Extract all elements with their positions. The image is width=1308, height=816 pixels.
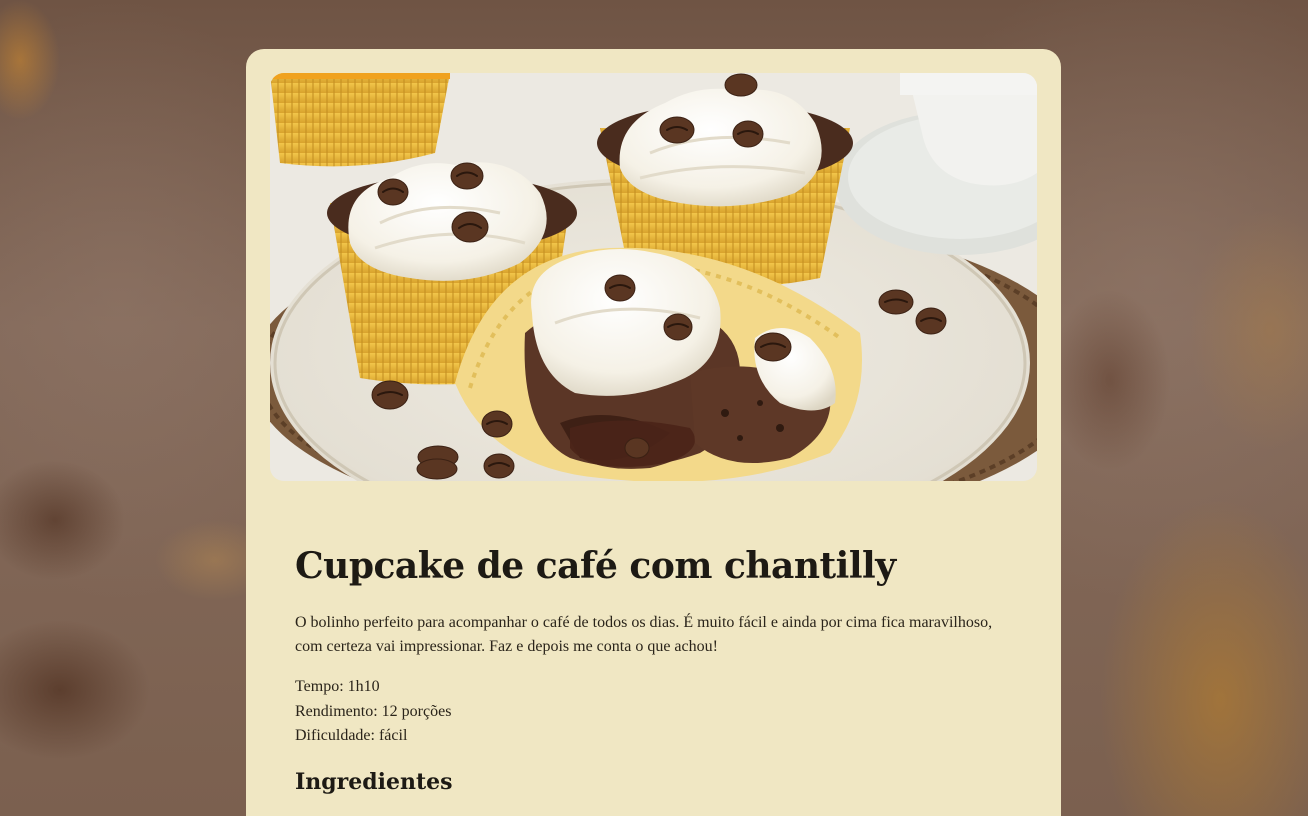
ingredients-heading: Ingredientes: [295, 768, 453, 795]
recipe-card: Cupcake de café com chantilly O bolinho …: [246, 49, 1061, 816]
recipe-meta: Tempo: 1h10 Rendimento: 12 porções Dific…: [295, 675, 995, 749]
recipe-title: Cupcake de café com chantilly: [295, 545, 896, 587]
recipe-content: Cupcake de café com chantilly O bolinho …: [295, 541, 995, 797]
recipe-description: O bolinho perfeito para acompanhar o caf…: [295, 614, 993, 655]
recipe-photo: [270, 73, 1037, 481]
recipe-difficulty: Dificuldade: fácil: [295, 727, 408, 744]
recipe-yield: Rendimento: 12 porções: [295, 702, 452, 720]
recipe-time: Tempo: 1h10: [295, 678, 380, 695]
